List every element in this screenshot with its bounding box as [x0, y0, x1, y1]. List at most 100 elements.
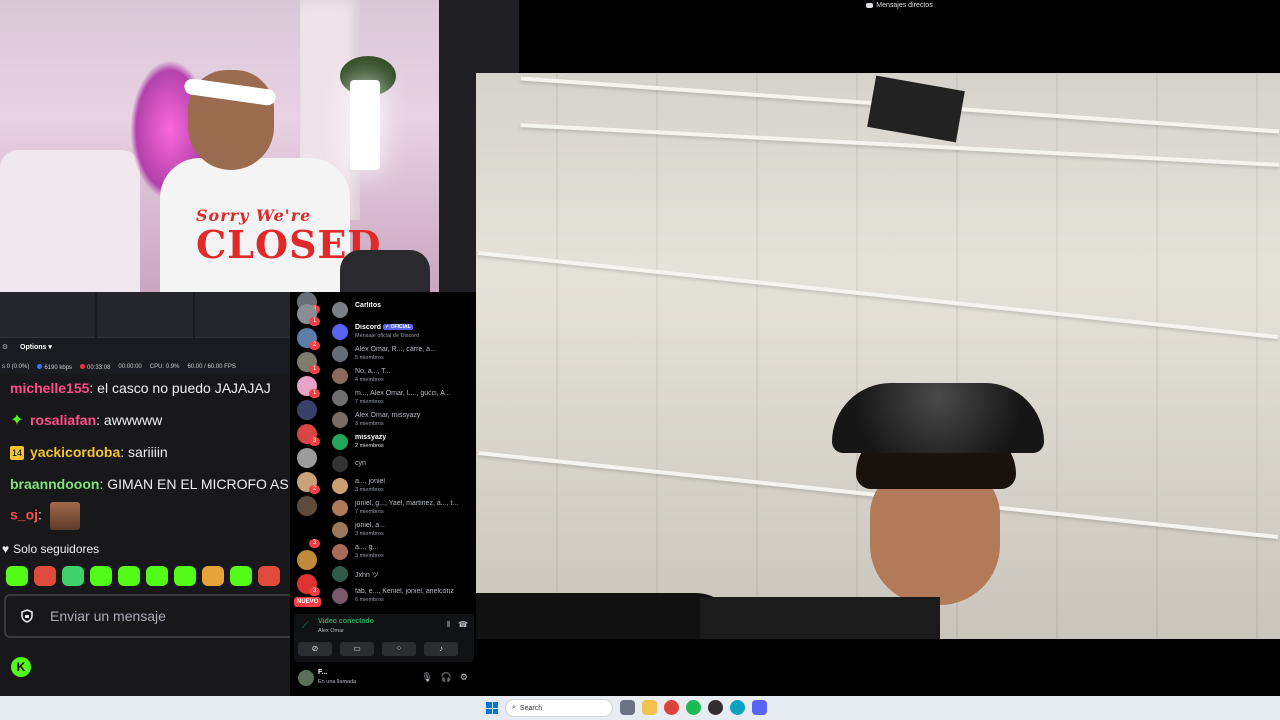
dm-subtitle: Mensaje oficial de Discord — [355, 333, 420, 339]
emote-icon[interactable] — [6, 566, 28, 586]
live-time-value: 00:33:08 — [87, 364, 111, 371]
live-time: 00:33:08 — [80, 363, 111, 371]
server-icon[interactable] — [297, 550, 317, 570]
file-explorer-icon[interactable] — [642, 700, 657, 715]
dm-item[interactable]: missyazy 2 miembros — [330, 432, 476, 454]
taskbar-search[interactable]: ⌕ Search — [505, 699, 613, 717]
emote-icon[interactable] — [174, 566, 196, 586]
shield-icon — [21, 609, 33, 623]
emote-icon[interactable] — [90, 566, 112, 586]
edge-icon[interactable] — [730, 700, 745, 715]
task-view-icon[interactable] — [620, 700, 635, 715]
video-letterbox — [476, 639, 1280, 696]
emote-icon[interactable] — [118, 566, 140, 586]
helmet — [832, 383, 1044, 453]
server-icon[interactable]: 2 — [297, 472, 320, 494]
voice-actions: ⦀ ☎ — [447, 620, 469, 630]
spotify-icon[interactable] — [686, 700, 701, 715]
chat-username[interactable]: rosaliafan — [30, 412, 96, 428]
dm-item[interactable]: Carlitos — [330, 300, 476, 322]
followers-only-label: Solo seguidores — [13, 542, 100, 556]
webcam-feed: Sorry We're CLOSED — [0, 0, 519, 292]
chat-input-box[interactable] — [4, 594, 290, 638]
dm-item[interactable]: joniel, a... 3 miembros — [330, 520, 476, 542]
dm-name: Alex Omar, R..., carre, a... — [355, 346, 436, 353]
chat-message: braanndooon: GIMAN EN EL MICROFO ASI — [10, 476, 290, 492]
server-icon[interactable]: 3 — [297, 574, 320, 596]
server-icon[interactable]: 3 — [297, 526, 320, 548]
emote-icon[interactable] — [34, 566, 56, 586]
bitrate: 6190 kbps — [37, 363, 73, 371]
server-icon[interactable]: 2 — [297, 328, 320, 350]
obs-docks — [0, 292, 290, 338]
chair — [340, 250, 430, 292]
server-icon[interactable]: 1 — [297, 352, 320, 374]
dm-item[interactable]: joniel, g..., Yael, martinez, a..., t...… — [330, 498, 476, 520]
dm-name: cyn — [355, 460, 366, 467]
voice-connection-panel: ⟋ Video conectado Alex Omar ⦀ ☎ ⊘ ▭ ⁘ ♪ — [294, 614, 474, 662]
sparkle-badge-icon: ✦ — [10, 412, 24, 430]
options-button[interactable]: Options ▾ — [16, 342, 56, 352]
dm-item[interactable]: No, a..., T... 4 miembros — [330, 366, 476, 388]
search-placeholder: Search — [519, 704, 543, 712]
chat-username[interactable]: yackicordoba — [30, 444, 120, 460]
dm-subtitle: 7 miembros — [355, 399, 384, 405]
obs-icon[interactable] — [708, 700, 723, 715]
server-icon[interactable]: 1 — [297, 304, 320, 326]
voice-channel: Alex Omar — [318, 628, 344, 634]
dm-item[interactable]: Discord ✓ OFICIAL Mensaje oficial de Disco… — [330, 322, 476, 344]
hanging-banner — [867, 75, 965, 143]
dm-item[interactable]: Jxhn ツ — [330, 564, 476, 586]
settings-gear-icon[interactable]: ⚙ — [460, 672, 468, 683]
dm-name: a..., joniel — [355, 478, 385, 485]
couch — [0, 150, 140, 292]
bitrate-value: 6190 kbps — [44, 364, 73, 371]
server-icon[interactable] — [297, 448, 317, 468]
server-icon[interactable]: 1 — [297, 376, 320, 398]
chat-username[interactable]: michelle155 — [10, 380, 89, 396]
emote-icon[interactable] — [146, 566, 168, 586]
dm-item[interactable]: a..., g... 3 miembros — [330, 542, 476, 564]
voice-status[interactable]: Video conectado — [318, 618, 374, 625]
avatar[interactable] — [298, 670, 314, 686]
shirt — [700, 597, 940, 639]
obs-status-bar: s 0 (0.0%) 6190 kbps 00:33:08 00:00:00 C… — [0, 362, 290, 372]
emote-icon[interactable] — [258, 566, 280, 586]
chat-input[interactable] — [48, 607, 272, 625]
dm-item[interactable]: Alex Omar, R..., carre, a... 5 miembros — [330, 344, 476, 366]
dm-subtitle: 7 miembros — [355, 509, 384, 515]
user-panel: F... En una llamada 🎙 🎧 ⚙ — [294, 666, 474, 690]
windows-start-icon[interactable] — [486, 702, 498, 714]
dm-item[interactable]: cyn — [330, 454, 476, 476]
headphones-icon[interactable]: 🎧 — [441, 672, 452, 683]
dm-item[interactable]: Alex Omar, missyazy 3 miembros — [330, 410, 476, 432]
discord-app-icon[interactable] — [752, 700, 767, 715]
microphone-icon[interactable]: 🎙 — [421, 672, 432, 683]
user-controls: 🎙 🎧 ⚙ — [421, 672, 468, 683]
activities-icon[interactable]: ⁘ — [382, 642, 416, 656]
dm-item[interactable]: m..., Alex Omar, L..., gucci, A... 7 miem… — [330, 388, 476, 410]
chat-username[interactable]: braanndooon — [10, 476, 99, 492]
user-status: En una llamada — [318, 679, 357, 685]
chrome-icon[interactable] — [664, 700, 679, 715]
server-icon[interactable] — [297, 400, 317, 420]
chat-username[interactable]: s_oj — [10, 507, 38, 523]
emote-icon[interactable] — [62, 566, 84, 586]
dm-name: fab, e..., Keniel, joniel, arielconz — [355, 588, 454, 595]
screen-share-icon[interactable]: ▭ — [340, 642, 374, 656]
dm-item[interactable]: a..., joniel 3 miembros — [330, 476, 476, 498]
dm-item[interactable]: fab, e..., Keniel, joniel, arielconz 6 mi… — [330, 586, 476, 608]
emote-icon[interactable] — [202, 566, 224, 586]
emote-icon[interactable] — [230, 566, 252, 586]
disconnect-icon[interactable]: ☎ — [458, 620, 468, 630]
server-icon[interactable] — [297, 496, 317, 516]
cpu-usage: CPU: 0.9% — [149, 364, 180, 370]
dm-name: missyazy — [355, 434, 387, 441]
noise-suppression-icon[interactable]: ⦀ — [447, 620, 451, 630]
server-icon[interactable]: 3 — [297, 424, 320, 446]
camera-off-icon[interactable]: ⊘ — [298, 642, 332, 656]
kick-logo[interactable]: K — [11, 657, 31, 677]
gear-icon[interactable]: ⚙ — [0, 343, 10, 351]
chat-text: awwwww — [103, 412, 163, 428]
soundboard-icon[interactable]: ♪ — [424, 642, 458, 656]
